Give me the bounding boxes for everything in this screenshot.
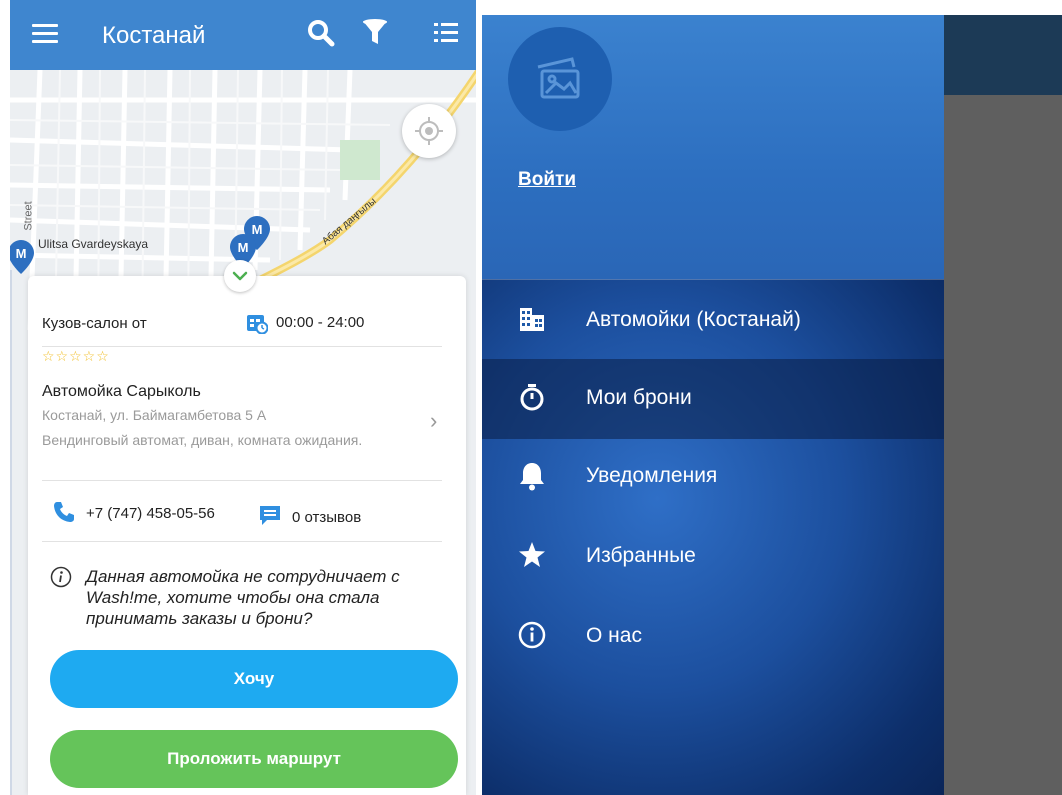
- pin-icon: M: [10, 240, 34, 274]
- street-label-gvardeyskaya: Ulitsa Gvardeyskaya: [38, 237, 149, 251]
- map-marker-pin[interactable]: M: [10, 240, 34, 274]
- collapse-card-button[interactable]: [224, 260, 256, 292]
- crosshair-icon: [415, 117, 443, 145]
- building-icon: [518, 305, 546, 333]
- drawer-item-label: Автомойки (Костанай): [586, 308, 801, 331]
- dimmed-header: [942, 15, 1062, 95]
- car-wash-address: Костанай, ул. Баймагамбетова 5 А: [42, 407, 267, 423]
- drawer-item-label: Избранные: [586, 544, 696, 567]
- my-location-button[interactable]: [402, 104, 456, 158]
- star-icon: [518, 541, 546, 569]
- reviews-count[interactable]: 0 отзывов: [292, 509, 361, 526]
- info-icon: [50, 566, 72, 588]
- chevron-down-icon: [232, 271, 248, 281]
- divider: [482, 279, 944, 280]
- bell-icon: [518, 461, 546, 491]
- working-hours: 00:00 - 24:00: [276, 314, 365, 331]
- avatar[interactable]: [508, 27, 612, 131]
- drawer-item-about[interactable]: О нас: [482, 597, 944, 677]
- schedule-icon: [246, 312, 269, 335]
- navigation-drawer-screen: Войти Автомойки (Костанай) Мои брони Уве…: [482, 15, 1062, 795]
- stopwatch-icon: [518, 383, 546, 411]
- comment-icon[interactable]: [258, 504, 282, 526]
- drawer-item-car-washes[interactable]: Автомойки (Костанай): [482, 281, 944, 361]
- svg-text:M: M: [238, 240, 249, 255]
- drawer-scrim[interactable]: [942, 95, 1062, 795]
- phone-icon[interactable]: [52, 500, 76, 524]
- build-route-button[interactable]: Проложить маршрут: [50, 730, 458, 788]
- drawer-item-notifications[interactable]: Уведомления: [482, 437, 944, 517]
- svg-text:M: M: [16, 246, 27, 261]
- car-wash-map-screen: Ulitsa Gvardeyskaya Абая даңғылы Street …: [10, 0, 476, 795]
- list-view-icon[interactable]: [432, 18, 462, 48]
- app-header: Костанай: [10, 0, 476, 70]
- drawer-item-label: Уведомления: [586, 464, 718, 487]
- want-button[interactable]: Хочу: [50, 650, 458, 708]
- drawer-item-my-bookings[interactable]: Мои брони: [482, 359, 944, 439]
- car-wash-name: Автомойка Сарыколь: [42, 383, 201, 400]
- info-icon: [518, 621, 546, 649]
- divider: [42, 541, 442, 542]
- divider: [42, 346, 442, 347]
- drawer-item-label: Мои брони: [586, 386, 692, 409]
- search-icon[interactable]: [306, 18, 336, 48]
- city-title[interactable]: Костанай: [102, 22, 205, 50]
- street-label-street: Street: [22, 201, 35, 231]
- drawer-item-label: О нас: [586, 624, 642, 647]
- login-link[interactable]: Войти: [518, 169, 576, 191]
- details-chevron-icon[interactable]: ›: [430, 408, 437, 434]
- drawer-item-favorites[interactable]: Избранные: [482, 517, 944, 597]
- rating-stars: ☆☆☆☆☆: [42, 348, 110, 364]
- navigation-drawer: Войти Автомойки (Костанай) Мои брони Уве…: [482, 15, 944, 795]
- car-wash-amenities: Вендинговый автомат, диван, комната ожид…: [42, 432, 363, 448]
- phone-number[interactable]: +7 (747) 458-05-56: [86, 505, 215, 522]
- divider: [42, 480, 442, 481]
- menu-icon[interactable]: [32, 24, 58, 44]
- screenshot-stage: Ulitsa Gvardeyskaya Абая даңғылы Street …: [0, 0, 1062, 795]
- filter-icon[interactable]: [360, 18, 390, 48]
- partnership-notice: Данная автомойка не сотрудничает с Wash!…: [86, 567, 400, 628]
- price-label: Кузов-салон от: [42, 315, 147, 332]
- car-wash-details-card: Кузов-салон от 00:00 - 24:00 ☆☆☆☆☆ Автом…: [28, 276, 466, 795]
- image-placeholder-icon: [537, 57, 580, 99]
- map-water-edge: [10, 270, 12, 795]
